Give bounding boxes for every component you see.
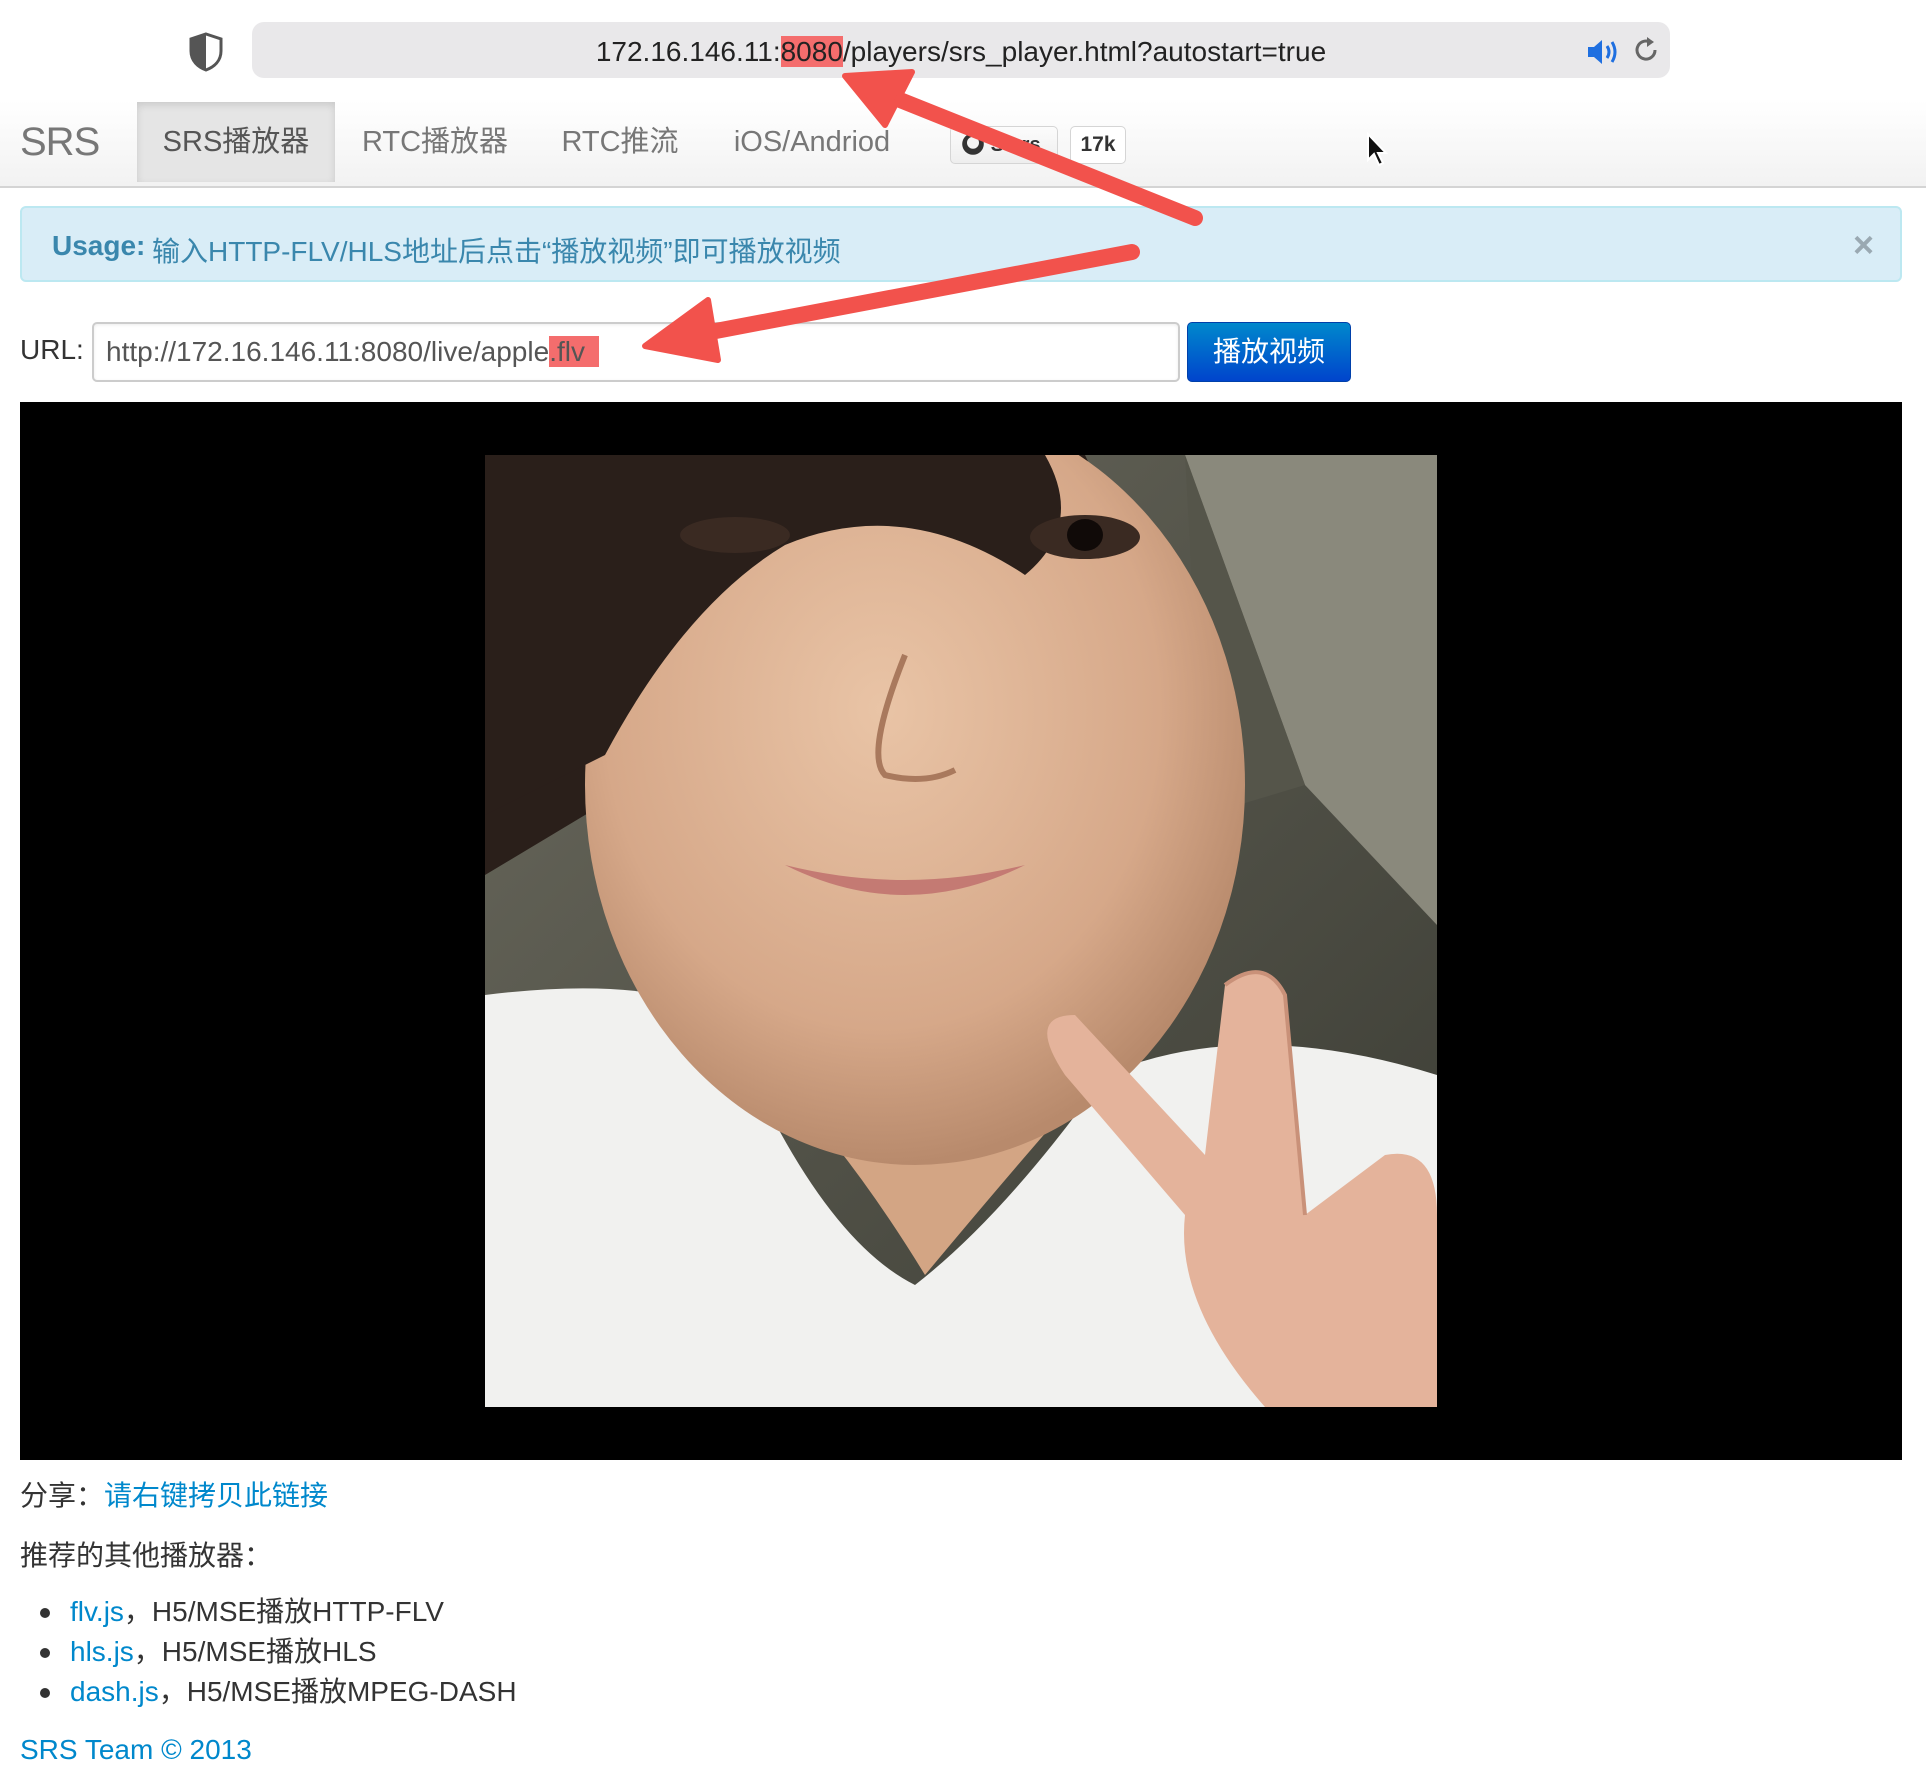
port-highlight: 8080 [780, 36, 843, 67]
alert-title: Usage: [52, 230, 146, 261]
mouse-cursor-icon [1367, 132, 1389, 167]
dashjs-link[interactable]: dash.js [70, 1676, 159, 1707]
list-item: dash.js，H5/MSE播放MPEG-DASH [40, 1672, 517, 1712]
close-icon[interactable]: × [1853, 224, 1874, 266]
nav-rtc-publish[interactable]: RTC推流 [548, 102, 692, 182]
shield-icon[interactable] [188, 32, 224, 72]
navbar: SRS SRS播放器 RTC播放器 RTC推流 iOS/Andriod Star… [0, 100, 1926, 188]
flvjs-link[interactable]: flv.js [70, 1596, 124, 1627]
list-item: hls.js，H5/MSE播放HLS [40, 1632, 517, 1672]
github-icon [962, 133, 984, 155]
recommend-title: 推荐的其他播放器： [20, 1540, 273, 1571]
speaker-icon[interactable] [1586, 38, 1620, 66]
nav-rtc-player[interactable]: RTC播放器 [350, 102, 520, 182]
recommend-list: flv.js，H5/MSE播放HTTP-FLV hls.js，H5/MSE播放H… [40, 1592, 517, 1712]
url-input[interactable]: http://172.16.146.11:8080/live/apple.flv [92, 322, 1180, 382]
github-stars-count[interactable]: 17k [1070, 126, 1126, 164]
browser-toolbar: 172.16.146.11:8080/players/srs_player.ht… [0, 0, 1926, 100]
share-label: 分享： [20, 1480, 105, 1511]
brand-logo[interactable]: SRS [20, 120, 100, 165]
footer-link[interactable]: SRS Team © 2013 [20, 1734, 252, 1766]
alert-message: 输入HTTP-FLV/HLS地址后点击“播放视频”即可播放视频 [152, 236, 841, 267]
github-stars-label: Stars [990, 134, 1041, 156]
share-line: 分享：请右键拷贝此链接 [20, 1474, 328, 1514]
share-link[interactable]: 请右键拷贝此链接 [104, 1480, 328, 1511]
address-bar[interactable]: 172.16.146.11:8080/players/srs_player.ht… [252, 22, 1670, 78]
usage-alert: Usage: 输入HTTP-FLV/HLS地址后点击“播放视频”即可播放视频 × [20, 206, 1902, 282]
reload-icon[interactable] [1630, 34, 1662, 66]
url-label: URL: [20, 334, 84, 365]
flv-highlight: .flv [549, 336, 599, 367]
github-stars-button[interactable]: Stars [950, 126, 1058, 164]
nav-ios-android[interactable]: iOS/Andriod [720, 102, 904, 182]
address-url[interactable]: 172.16.146.11:8080/players/srs_player.ht… [252, 36, 1670, 68]
list-item: flv.js，H5/MSE播放HTTP-FLV [40, 1592, 517, 1632]
play-video-button[interactable]: 播放视频 [1187, 322, 1351, 382]
hlsjs-link[interactable]: hls.js [70, 1636, 134, 1667]
video-frame [485, 455, 1437, 1407]
nav-srs-player[interactable]: SRS播放器 [137, 102, 335, 182]
